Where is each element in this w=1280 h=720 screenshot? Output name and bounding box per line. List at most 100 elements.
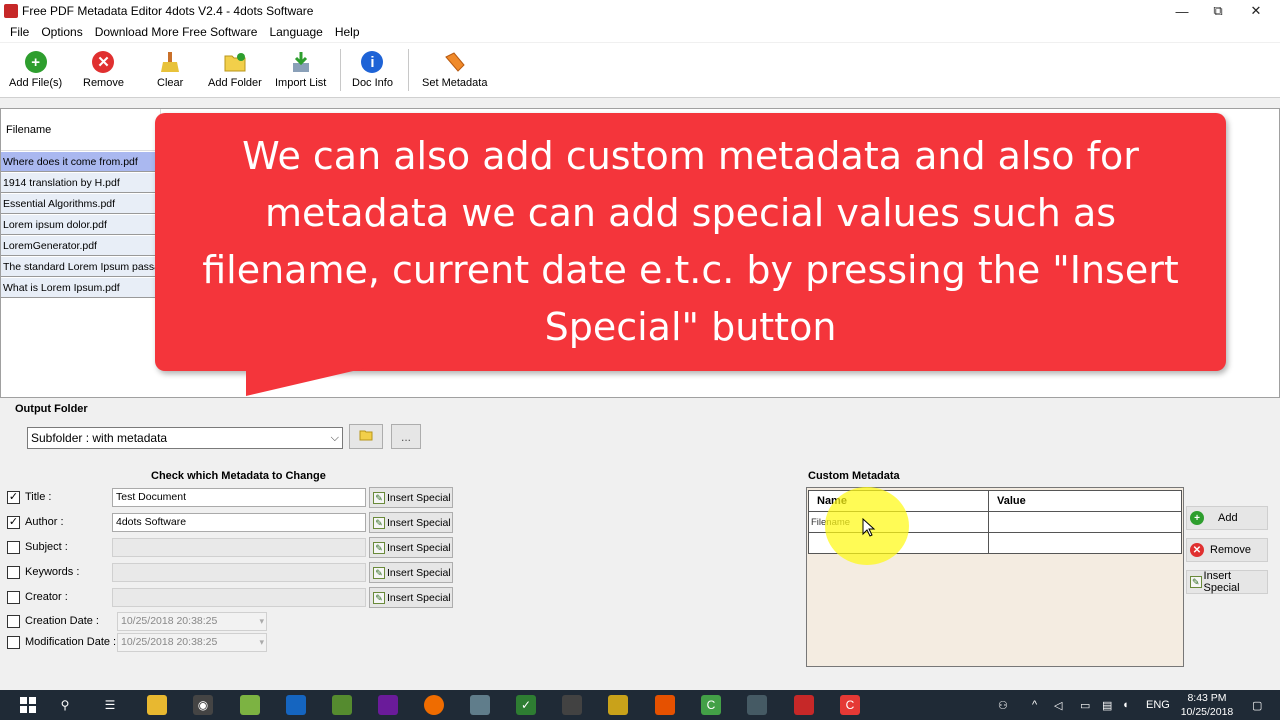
insert-special-button[interactable]: ✎ Insert Special [369, 512, 453, 533]
notifications-icon[interactable]: ▢ [1252, 690, 1262, 720]
visual-studio-icon[interactable] [378, 695, 398, 715]
doc-info-button[interactable]: i Doc Info [352, 51, 393, 89]
menu-download[interactable]: Download More Free Software [89, 25, 264, 39]
column-header-value[interactable]: Value [988, 490, 1182, 512]
restore-button[interactable]: ⧉ [1200, 0, 1236, 22]
people-icon[interactable]: ⚇ [998, 690, 1008, 720]
file-row[interactable]: Essential Algorithms.pdf [1, 194, 161, 214]
task-view-icon[interactable]: ☰ [100, 695, 120, 715]
remove-button[interactable]: ✕ Remove [83, 51, 124, 89]
creator-field[interactable] [112, 588, 366, 607]
minimize-button[interactable]: — [1164, 0, 1200, 22]
import-list-button[interactable]: Import List [275, 51, 326, 89]
info-icon: i [361, 51, 384, 73]
callout-pointer [246, 368, 366, 396]
add-folder-button[interactable]: Add Folder [208, 51, 262, 89]
output-folder-label: Output Folder [15, 403, 88, 415]
window-app-icon[interactable] [747, 695, 767, 715]
remove-custom-button[interactable]: ✕ Remove [1186, 538, 1268, 562]
creator-checkbox[interactable] [7, 591, 20, 604]
set-metadata-label: Set Metadata [422, 77, 488, 89]
camtasia-icon[interactable]: C [701, 695, 721, 715]
file-row[interactable]: What is Lorem Ipsum.pdf [1, 278, 161, 298]
menu-options[interactable]: Options [35, 25, 88, 39]
pen-app-icon[interactable] [608, 695, 628, 715]
menu-file[interactable]: File [4, 25, 35, 39]
subject-checkbox[interactable] [7, 541, 20, 554]
title-field[interactable]: Test Document [112, 488, 366, 507]
remove-icon: ✕ [92, 51, 115, 73]
title-bar: Free PDF Metadata Editor 4dots V2.4 - 4d… [0, 0, 1280, 22]
image-app-icon[interactable] [655, 695, 675, 715]
remove-label: Remove [83, 77, 124, 89]
keywords-checkbox[interactable] [7, 566, 20, 579]
add-files-button[interactable]: + Add File(s) [9, 51, 62, 89]
file-explorer-icon[interactable] [147, 695, 167, 715]
folder-icon [359, 429, 373, 444]
creation-date-picker[interactable]: 10/25/2018 20:38:25 ▾ [117, 612, 267, 631]
firefox-icon[interactable] [424, 695, 444, 715]
insert-special-button[interactable]: ✎ Insert Special [369, 562, 453, 583]
keywords-field[interactable] [112, 563, 366, 582]
monitor-app-icon[interactable] [470, 695, 490, 715]
notepad-app-icon[interactable] [240, 695, 260, 715]
editor-app-icon[interactable] [332, 695, 352, 715]
output-folder-select[interactable]: Subfolder : with metadata ⌵ [27, 427, 343, 449]
custom-insert-special-label: Insert Special [1203, 570, 1240, 594]
calendar-dropdown-icon: ▾ [259, 637, 264, 647]
recorder-app-icon[interactable]: C [840, 695, 860, 715]
insert-special-button[interactable]: ✎ Insert Special [369, 587, 453, 608]
file-row[interactable]: Lorem ipsum dolor.pdf [1, 215, 161, 235]
menu-language[interactable]: Language [263, 25, 328, 39]
menu-help[interactable]: Help [329, 25, 366, 39]
creation-date-value: 10/25/2018 20:38:25 [121, 615, 218, 627]
search-icon[interactable]: ⚲ [55, 695, 75, 715]
save-app-icon[interactable] [286, 695, 306, 715]
browse-folder-button[interactable] [349, 424, 383, 449]
add-custom-button[interactable]: + Add [1186, 506, 1268, 530]
folder-add-icon [224, 51, 246, 73]
file-row[interactable]: 1914 translation by H.pdf [1, 173, 161, 193]
insert-special-button[interactable]: ✎ Insert Special [369, 487, 453, 508]
action-icon[interactable]: ▤ [1102, 690, 1112, 720]
metadata-row-creation-date: Creation Date : 10/25/2018 20:38:25 ▾ [7, 611, 457, 633]
close-button[interactable]: ✕ [1238, 0, 1274, 22]
metadata-row-keywords: Keywords : ✎ Insert Special [7, 562, 457, 584]
add-folder-label: Add Folder [208, 77, 262, 89]
file-row[interactable]: Where does it come from.pdf [1, 152, 161, 172]
network-icon[interactable]: ▭ [1080, 690, 1090, 720]
modification-date-picker[interactable]: 10/25/2018 20:38:25 ▾ [117, 633, 267, 652]
clear-button[interactable]: Clear [157, 51, 183, 89]
volume-icon[interactable]: ◁ [1054, 690, 1062, 720]
speaker-icon[interactable]: ◖ [1122, 690, 1129, 720]
file-row[interactable]: LoremGenerator.pdf [1, 236, 161, 256]
modification-date-checkbox[interactable] [7, 636, 20, 649]
author-field[interactable]: 4dots Software [112, 513, 366, 532]
metadata-row-creator: Creator : ✎ Insert Special [7, 587, 457, 609]
subject-field[interactable] [112, 538, 366, 557]
camera-app-icon[interactable]: ◉ [193, 695, 213, 715]
checklist-app-icon[interactable]: ✓ [516, 695, 536, 715]
title-label: Title : [25, 491, 52, 503]
system-clock[interactable]: 8:43 PM 10/25/2018 [1172, 690, 1242, 720]
creation-date-checkbox[interactable] [7, 615, 20, 628]
insert-special-button[interactable]: ✎ Insert Special [369, 537, 453, 558]
app-window: Free PDF Metadata Editor 4dots V2.4 - 4d… [0, 0, 1280, 720]
chevron-up-icon[interactable]: ^ [1032, 690, 1037, 720]
windows-start-icon[interactable] [18, 695, 38, 715]
custom-value-cell[interactable] [988, 532, 1182, 554]
tools-app-icon[interactable] [562, 695, 582, 715]
pdf-metadata-app-icon[interactable] [794, 695, 814, 715]
column-header-filename[interactable]: Filename [1, 109, 161, 151]
custom-insert-special-button[interactable]: ✎ Insert Special [1186, 570, 1268, 594]
metadata-row-author: ✓ Author : 4dots Software ✎ Insert Specia… [7, 512, 457, 534]
file-row[interactable]: The standard Lorem Ipsum passage [1, 257, 161, 277]
doc-info-label: Doc Info [352, 77, 393, 89]
more-options-button[interactable]: ... [391, 424, 421, 449]
metadata-row-title: ✓ Title : Test Document ✎ Insert Special [7, 487, 457, 509]
title-checkbox[interactable]: ✓ [7, 491, 20, 504]
custom-value-cell[interactable] [988, 511, 1182, 533]
set-metadata-button[interactable]: Set Metadata [422, 51, 487, 89]
language-indicator[interactable]: ENG [1146, 690, 1170, 720]
author-checkbox[interactable]: ✓ [7, 516, 20, 529]
